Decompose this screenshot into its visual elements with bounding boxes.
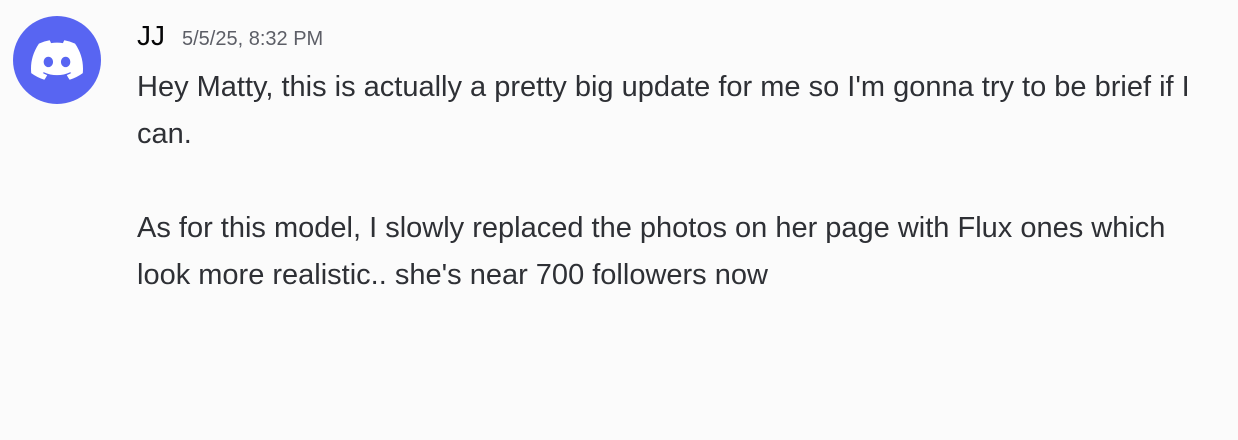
message-content: Hey Matty, this is actually a pretty big… xyxy=(137,64,1217,299)
avatar[interactable] xyxy=(13,16,101,104)
discord-logo-icon xyxy=(31,40,83,80)
message-paragraph: As for this model, I slowly replaced the… xyxy=(137,212,1166,291)
username[interactable]: JJ xyxy=(137,20,165,52)
message-header: JJ 5/5/25, 8:32 PM xyxy=(137,20,323,60)
message-paragraph: Hey Matty, this is actually a pretty big… xyxy=(137,71,1190,150)
chat-message: JJ 5/5/25, 8:32 PM Hey Matty, this is ac… xyxy=(0,0,1238,440)
timestamp: 5/5/25, 8:32 PM xyxy=(182,28,324,50)
